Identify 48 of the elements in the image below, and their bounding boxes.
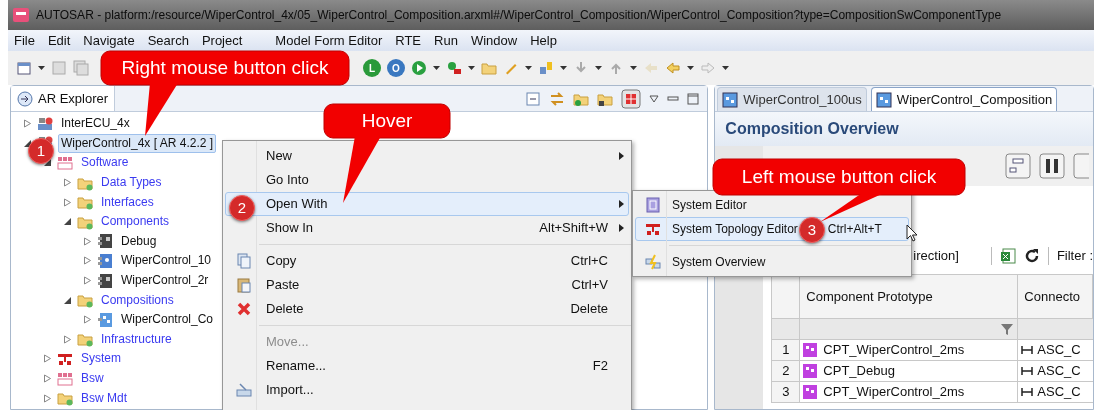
menu-item[interactable]: System Overview [635,250,909,274]
tab-label: AR Explorer [38,89,109,108]
tree-item[interactable]: WiperControl_10 [118,251,215,271]
table-cell-text: CPT_Debug [823,362,895,381]
tree-item[interactable]: Software [78,153,132,173]
menu-item[interactable]: System Editor [635,193,909,217]
tree-item[interactable]: Components [98,212,173,232]
menu-item[interactable]: Rename... F2 [225,354,629,378]
table-cell-text: ASC_C [1037,362,1081,381]
toolbar-button[interactable]: O [387,59,405,77]
editor-tab[interactable]: WiperControl_Composition [870,87,1058,111]
tree-item[interactable]: Debug [118,231,160,251]
tree-item[interactable]: Bsw [78,369,107,388]
menu-item[interactable]: File [14,31,35,50]
tree-item[interactable]: InterECU_4x [58,114,133,134]
tree-item[interactable]: System [78,349,124,369]
menu-item[interactable]: Copy Ctrl+C [225,249,629,273]
menu-item[interactable]: Edit [47,31,71,50]
menu-item[interactable]: Run [434,31,458,50]
table-cell-text: CPT_WiperControl_2ms [823,383,965,402]
direction-label: irection] [913,247,959,266]
menu-item[interactable]: Model Form Editor [275,31,383,50]
panel-tab[interactable]: AR Explorer [11,86,116,111]
menu-item[interactable]: Delete Delete [225,297,629,321]
tree-item[interactable]: WiperControl_2r [118,271,212,291]
menu-item[interactable]: Paste Ctrl+V [225,273,629,297]
tree-item[interactable]: Infrastructure [98,329,175,349]
toolbar-button[interactable]: L [363,59,381,77]
menu-item[interactable]: Import... [225,378,629,402]
tree-item[interactable]: Bsw Mdt [78,388,130,408]
menu-item[interactable]: Project [201,31,243,50]
table-cell-text: ASC_C [1037,341,1081,360]
menu-item[interactable]: Navigate [83,31,135,50]
window-title: AUTOSAR - platform:/resource/WiperControl_4x/05_WiperControl_Composition.arxml#/WiperControl_Composition/WiperControl_Composition?type=CompositionSwComponentType [36,7,1002,24]
menu-item[interactable]: Search [147,31,189,50]
tree-item[interactable]: WiperControl_4x [ AR 4.2.2 ] [58,133,217,153]
tree-item[interactable]: Interfaces [98,192,157,212]
menu-item[interactable]: Help [530,31,557,50]
editor-tab[interactable]: WiperControl_100us [717,87,867,111]
table-cell-text: ASC_C [1037,383,1081,402]
filter-label: Filter : [1056,247,1093,266]
table-cell-text: CPT_WiperControl_2ms [823,341,965,360]
tree-item[interactable]: Compositions [98,290,177,310]
menu-item[interactable]: Window [470,31,518,50]
editor-title: Composition Overview [725,119,899,139]
menu-item[interactable]: RTE [395,31,422,50]
tree-item[interactable]: WiperControl_Co [118,310,217,330]
tree-item[interactable]: Data Types [98,173,165,193]
